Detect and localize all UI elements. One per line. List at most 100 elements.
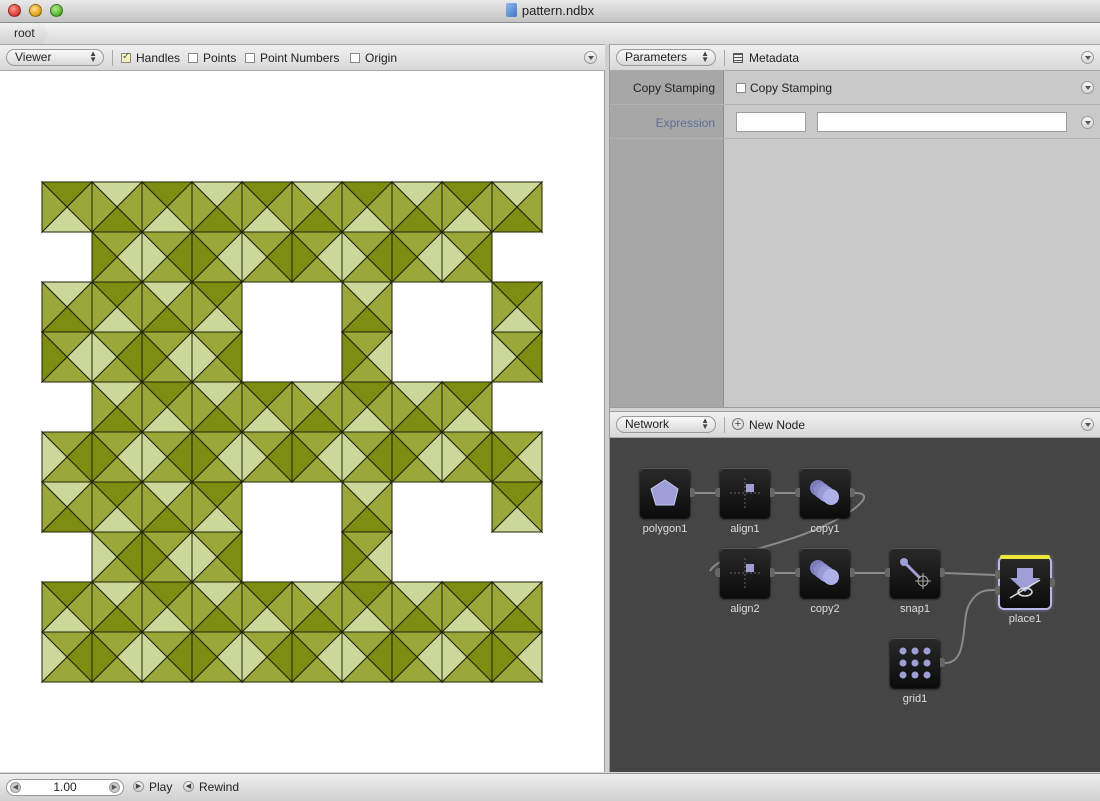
input-port[interactable] <box>995 570 1000 579</box>
output-port[interactable] <box>850 568 855 577</box>
node-label-align1: align1 <box>730 523 760 535</box>
output-port[interactable] <box>940 658 945 667</box>
output-port[interactable] <box>690 488 695 497</box>
copy-stamping-menu-button[interactable] <box>1081 81 1094 94</box>
node-label-place1: place1 <box>1008 613 1042 625</box>
handles-checkbox[interactable] <box>121 51 131 63</box>
output-port[interactable] <box>770 488 775 497</box>
parameters-options-menu-button[interactable] <box>1081 51 1094 64</box>
select-arrows-icon: ▲ ▼ <box>701 49 709 64</box>
align-icon <box>730 558 760 588</box>
node-label-align2: align2 <box>730 603 760 615</box>
viewer-options-menu-button[interactable] <box>584 51 597 64</box>
network-toolbar: Network ▲ ▼ + New Node <box>610 412 1100 438</box>
parameters-panel: Copy Stamping Expression Copy Stamping <box>610 71 1100 407</box>
select-arrows-icon: ▲ ▼ <box>89 49 97 64</box>
point-numbers-checkbox[interactable] <box>245 53 255 63</box>
parameters-toolbar: Parameters ▲ ▼ Metadata <box>610 45 1100 71</box>
copy-icon <box>810 480 839 505</box>
place-icon <box>1009 568 1041 599</box>
parameters-mode-select[interactable]: Parameters ▲ ▼ <box>616 49 716 66</box>
connection-grid1-place1 <box>944 589 996 664</box>
copy-stamping-label: Copy Stamping <box>632 81 715 95</box>
node-label-copy1: copy1 <box>810 523 840 535</box>
handles-label: Handles <box>136 51 181 65</box>
rewind-icon[interactable]: ◀ <box>183 781 194 792</box>
frame-stepper[interactable]: ◀ 1.00 ▶ <box>6 779 124 796</box>
parameter-labels-column: Copy Stamping Expression <box>610 71 724 407</box>
output-port[interactable] <box>940 568 945 577</box>
divider <box>112 50 113 66</box>
input-port[interactable] <box>795 488 800 497</box>
snap-icon <box>900 558 931 589</box>
copy-stamping-checkbox-label: Copy Stamping <box>750 81 833 95</box>
viewer-toolbar: Viewer ▲▼ Handles Points Point Numbers O… <box>0 45 605 71</box>
breadcrumb-root[interactable]: root <box>0 23 49 44</box>
play-icon[interactable]: ▶ <box>133 781 144 792</box>
window-title-text: pattern.ndbx <box>521 3 595 18</box>
viewer-mode-select[interactable]: Viewer ▲ ▼ <box>6 49 104 66</box>
new-node-button[interactable]: New Node <box>749 418 805 432</box>
viewer-mode-value: Viewer <box>15 50 52 64</box>
connection-snap1-place1 <box>944 572 996 576</box>
parameters-mode-value: Parameters <box>625 50 688 64</box>
play-button[interactable]: Play <box>149 780 172 794</box>
expression-label: Expression <box>655 116 715 130</box>
node-copy2[interactable] <box>795 548 855 598</box>
points-label: Points <box>203 51 237 65</box>
output-port[interactable] <box>770 568 775 577</box>
node-label-polygon1: polygon1 <box>642 523 688 535</box>
output-port[interactable] <box>1050 578 1055 587</box>
frame-value: 1.00 <box>53 780 77 794</box>
input-port[interactable] <box>885 568 890 577</box>
pattern-artwork <box>40 180 544 684</box>
node-place1[interactable] <box>995 555 1055 608</box>
increment-frame-icon[interactable]: ▶ <box>109 782 120 793</box>
breadcrumb: root <box>0 23 1100 45</box>
add-icon[interactable]: + <box>732 418 744 430</box>
node-copy1[interactable] <box>795 468 855 518</box>
network-mode-value: Network <box>625 417 670 431</box>
select-arrows-icon: ▲ ▼ <box>701 416 709 431</box>
node-polygon1[interactable] <box>640 468 695 518</box>
input-port[interactable] <box>715 488 720 497</box>
network-options-menu-button[interactable] <box>1081 418 1094 431</box>
polygon-icon <box>650 479 679 506</box>
expression-field-short[interactable] <box>736 112 806 132</box>
node-align1[interactable] <box>715 468 775 518</box>
rewind-button[interactable]: Rewind <box>199 780 239 794</box>
copy-icon <box>810 560 839 585</box>
metadata-icon[interactable] <box>733 53 743 63</box>
decrement-frame-icon[interactable]: ◀ <box>10 782 21 793</box>
expression-field-long[interactable] <box>817 112 1067 132</box>
window-titlebar: pattern.ndbx <box>0 0 1100 23</box>
node-grid1[interactable] <box>890 638 945 688</box>
metadata-button[interactable]: Metadata <box>749 51 799 65</box>
window-title: pattern.ndbx <box>0 3 1100 18</box>
copy-stamping-checkbox[interactable] <box>736 83 746 93</box>
points-checkbox[interactable] <box>188 53 198 63</box>
divider <box>724 50 725 66</box>
output-port[interactable] <box>850 488 855 497</box>
origin-label: Origin <box>365 51 398 65</box>
node-label-snap1: snap1 <box>900 603 930 615</box>
network-view[interactable]: polygon1 align1 copy1 align2 copy2 snap1 <box>610 438 1100 772</box>
origin-checkbox[interactable] <box>350 53 360 63</box>
node-label-grid1: grid1 <box>902 693 928 705</box>
grid-icon <box>899 647 931 679</box>
input-port[interactable] <box>795 568 800 577</box>
node-snap1[interactable] <box>885 548 945 598</box>
node-align2[interactable] <box>715 548 775 598</box>
divider <box>724 417 725 433</box>
document-icon <box>505 3 517 17</box>
playback-bar: ◀ 1.00 ▶ ▶ Play ◀ Rewind <box>0 773 1100 801</box>
input-port[interactable] <box>715 568 720 577</box>
node-label-copy2: copy2 <box>810 603 840 615</box>
row-divider <box>610 104 1100 105</box>
input-port[interactable] <box>995 586 1000 595</box>
row-divider <box>610 138 1100 139</box>
viewer-canvas[interactable] <box>0 71 605 772</box>
network-mode-select[interactable]: Network ▲ ▼ <box>616 416 716 433</box>
expression-menu-button[interactable] <box>1081 116 1094 129</box>
point-numbers-label: Point Numbers <box>260 51 340 65</box>
